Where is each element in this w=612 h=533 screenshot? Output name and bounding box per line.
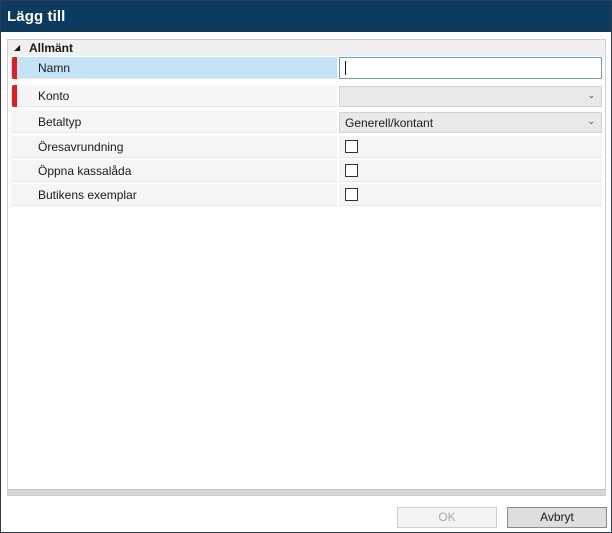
property-label-cell[interactable]: Namn <box>11 57 337 79</box>
property-label-cell[interactable]: Öppna kassalåda <box>11 160 337 182</box>
dialog-title: Lägg till <box>7 8 66 25</box>
property-row-oresavrundning[interactable]: Öresavrundning <box>8 136 605 158</box>
konto-dropdown[interactable]: ⌄ <box>339 86 602 107</box>
oppna-kassalada-checkbox[interactable] <box>345 164 358 177</box>
butikens-exemplar-checkbox[interactable] <box>345 188 358 201</box>
oresavrundning-checkbox[interactable] <box>345 140 358 153</box>
property-value-cell <box>339 184 602 206</box>
property-label-cell[interactable]: Öresavrundning <box>11 136 337 158</box>
property-row-butikens-exemplar[interactable]: Butikens exemplar <box>8 184 605 206</box>
triangle-expanded-icon[interactable]: ◢ <box>14 43 20 52</box>
property-grid: ◢ Allmänt Namn Konto ⌄ Betaltyp Generell… <box>7 39 606 496</box>
property-row-konto[interactable]: Konto ⌄ <box>8 85 605 107</box>
namn-input[interactable] <box>339 57 602 79</box>
required-marker <box>12 85 17 107</box>
chevron-down-icon[interactable]: ⌄ <box>587 90 595 101</box>
grid-footer-bar <box>8 489 605 495</box>
property-row-betaltyp[interactable]: Betaltyp Generell/kontant ⌄ <box>8 111 605 133</box>
betaltyp-dropdown[interactable]: Generell/kontant ⌄ <box>339 112 602 133</box>
betaltyp-value: Generell/kontant <box>345 116 434 130</box>
category-label: Allmänt <box>29 41 74 55</box>
property-value-cell <box>339 136 602 158</box>
property-label: Betaltyp <box>38 115 82 129</box>
property-value-cell <box>339 160 602 182</box>
category-header[interactable]: ◢ Allmänt <box>8 40 605 56</box>
property-label-cell[interactable]: Betaltyp <box>11 111 337 133</box>
property-row-oppna-kassalada[interactable]: Öppna kassalåda <box>8 160 605 182</box>
cancel-button[interactable]: Avbryt <box>507 507 607 528</box>
property-label: Namn <box>38 61 71 75</box>
property-label: Öppna kassalåda <box>38 164 132 178</box>
property-label: Konto <box>38 89 70 103</box>
property-row-namn[interactable]: Namn <box>8 57 605 79</box>
property-label-cell[interactable]: Butikens exemplar <box>11 184 337 206</box>
property-label-cell[interactable]: Konto <box>11 85 337 107</box>
title-bar[interactable]: Lägg till <box>1 1 611 32</box>
text-caret <box>345 61 346 75</box>
property-label: Öresavrundning <box>38 140 124 154</box>
property-label: Butikens exemplar <box>38 188 137 202</box>
dialog-window: Lägg till ◢ Allmänt Namn Konto ⌄ Betalty… <box>0 0 612 533</box>
required-marker <box>12 57 17 79</box>
chevron-down-icon[interactable]: ⌄ <box>587 116 595 127</box>
ok-button[interactable]: OK <box>397 507 497 528</box>
